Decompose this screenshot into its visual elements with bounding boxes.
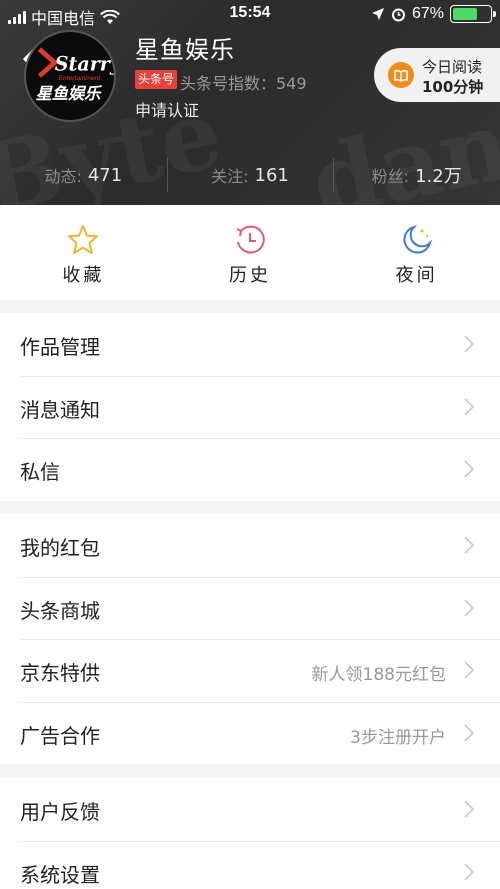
chevron-right-icon [464, 397, 474, 416]
quick-action-label: 夜间 [395, 265, 438, 286]
menu-item-notifications[interactable]: 消息通知 [0, 375, 500, 439]
battery-percent: 67% [411, 5, 444, 22]
avatar[interactable]: Starry Entertainment 星鱼娱乐 [24, 30, 116, 122]
menu-item-label: 我的红包 [20, 536, 100, 560]
favorites-button[interactable]: 收藏 [0, 205, 167, 300]
svg-text:星鱼娱乐: 星鱼娱乐 [36, 84, 103, 103]
book-icon [388, 62, 414, 88]
reading-minutes: 100分钟 [422, 78, 484, 96]
chevron-right-icon [464, 800, 474, 818]
star-icon [68, 225, 99, 254]
menu-group-content: 作品管理 消息通知 私信 [0, 313, 500, 501]
alarm-icon [391, 8, 405, 21]
chevron-right-icon [464, 460, 474, 478]
moon-icon [403, 225, 432, 254]
chevron-right-icon [464, 598, 474, 617]
profile-header: Byte dance 中国电信 15:54 67% Starry Enterta… [0, 0, 500, 205]
stat-label: 动态: [44, 167, 82, 186]
menu-item-label: 用户反馈 [20, 800, 100, 824]
quick-action-label: 历史 [229, 265, 271, 286]
stat-value: 471 [87, 164, 123, 186]
menu-item-ad-cooperation[interactable]: 广告合作 3步注册开户 [0, 701, 500, 765]
location-arrow-icon [371, 8, 384, 20]
menu-item-label: 作品管理 [20, 335, 100, 359]
chevron-right-icon [464, 862, 474, 881]
today-reading-button[interactable]: 今日阅读 100分钟 [374, 48, 500, 102]
menu-item-red-packets[interactable]: 我的红包 [0, 514, 500, 577]
menu-item-private-messages[interactable]: 私信 [0, 438, 500, 501]
stat-label: 粉丝: [371, 167, 410, 186]
quick-action-label: 收藏 [62, 265, 105, 286]
menu-item-label: 私信 [20, 460, 60, 484]
profile-name: 星鱼娱乐 [135, 36, 235, 64]
battery-icon [450, 5, 496, 23]
apply-verification-link[interactable]: 申请认证 [135, 97, 199, 121]
chevron-right-icon [464, 661, 474, 679]
starry-logo: Starry Entertainment 星鱼娱乐 [36, 47, 114, 103]
stat-following[interactable]: 关注: 161 [166, 150, 334, 200]
stats-bar: 动态: 471 关注: 161 粉丝: 1.2万 [0, 150, 500, 200]
menu-item-feedback[interactable]: 用户反馈 [0, 778, 500, 841]
menu-item-toutiao-mall[interactable]: 头条商城 [0, 576, 500, 640]
svg-text:Starry: Starry [55, 52, 114, 75]
reading-title: 今日阅读 [422, 58, 483, 76]
menu-item-label: 系统设置 [20, 862, 100, 887]
chevron-right-icon [464, 335, 474, 353]
menu-item-label: 广告合作 [20, 723, 100, 748]
toutiao-badge: 头条号 [135, 70, 178, 89]
menu-item-hint: 新人领188元红包 [311, 665, 446, 685]
menu-item-label: 消息通知 [20, 397, 100, 422]
stat-value: 161 [254, 164, 289, 186]
night-mode-button[interactable]: 夜间 [333, 205, 500, 300]
stat-label: 关注: [211, 167, 249, 186]
clock-icon [236, 225, 265, 254]
chevron-right-icon [464, 723, 474, 742]
stat-followers[interactable]: 粉丝: 1.2万 [333, 150, 500, 200]
menu-item-label: 头条商城 [20, 598, 100, 623]
menu-group-services: 我的红包 头条商城 京东特供 新人领188元红包 广告合作 3步注册开户 [0, 514, 500, 764]
menu-item-jd-special[interactable]: 京东特供 新人领188元红包 [0, 639, 500, 702]
menu-group-settings: 用户反馈 系统设置 [0, 778, 500, 889]
stat-value: 1.2万 [415, 166, 462, 187]
menu-item-system-settings[interactable]: 系统设置 [0, 840, 500, 889]
status-bar: 中国电信 15:54 67% [0, 0, 500, 28]
svg-text:Entertainment: Entertainment [59, 75, 102, 82]
menu-item-label: 京东特供 [20, 661, 100, 685]
stat-posts[interactable]: 动态: 471 [0, 150, 167, 200]
history-button[interactable]: 历史 [167, 205, 334, 300]
quick-actions: 收藏 历史 夜间 [0, 205, 500, 300]
chevron-right-icon [464, 536, 474, 554]
menu-item-hint: 3步注册开户 [350, 727, 446, 748]
menu-item-works-management[interactable]: 作品管理 [0, 313, 500, 376]
creator-index: 头条号指数：549 [180, 74, 307, 93]
